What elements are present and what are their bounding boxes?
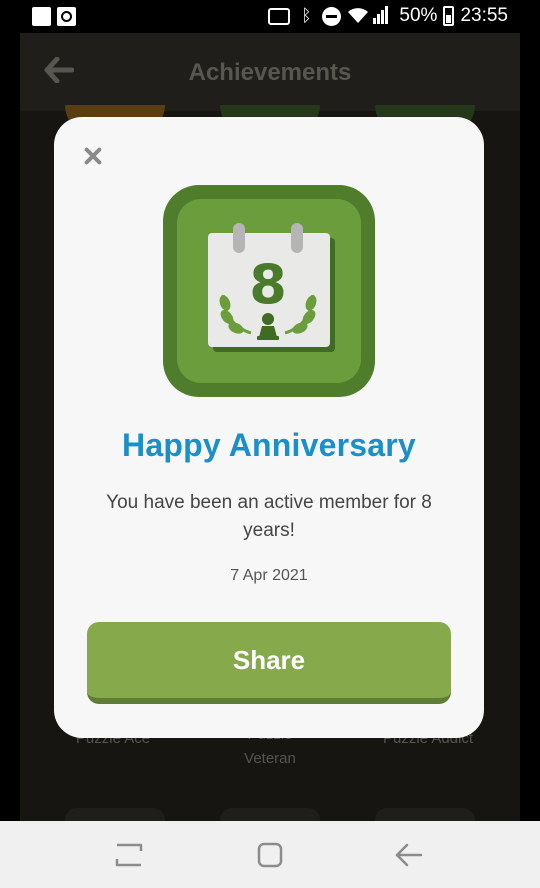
status-bar: ᛒ 50% 23:55	[0, 0, 540, 33]
navigation-bar	[0, 821, 540, 888]
wifi-icon	[347, 6, 369, 26]
do-not-disturb-icon	[322, 6, 342, 26]
cast-icon	[268, 7, 291, 25]
bluetooth-icon: ᛒ	[301, 6, 312, 25]
battery-icon	[443, 6, 455, 26]
notification-icons	[32, 7, 76, 26]
dialog-message: You have been an active member for 8 yea…	[106, 492, 432, 541]
dialog-title: Happy Anniversary	[122, 427, 416, 463]
badge-number: 8	[249, 253, 287, 316]
signal-icon	[373, 6, 393, 26]
anniversary-calendar-icon: 8	[163, 185, 375, 397]
achievement-dialog: 8 Happy Anniversary You have been an act…	[54, 117, 484, 738]
clock: 23:55	[460, 5, 508, 26]
notification-ring-icon	[57, 7, 76, 26]
battery-percent: 50%	[399, 5, 438, 26]
notification-square-icon	[32, 7, 51, 26]
achievement-badge[interactable]	[375, 808, 475, 822]
achievement-badge[interactable]	[65, 808, 165, 822]
page-title: Achievements	[188, 59, 352, 86]
app-header: Achievements	[20, 33, 520, 111]
home-icon[interactable]	[250, 839, 290, 871]
share-button[interactable]: Share	[87, 622, 451, 704]
achievement-badge[interactable]	[220, 808, 320, 822]
back-icon[interactable]	[389, 839, 429, 871]
close-icon[interactable]	[78, 141, 108, 171]
system-indicators: ᛒ 50% 23:55	[268, 5, 508, 27]
achievement-date: 7 Apr 2021	[230, 567, 308, 584]
recent-apps-icon[interactable]	[109, 839, 149, 871]
